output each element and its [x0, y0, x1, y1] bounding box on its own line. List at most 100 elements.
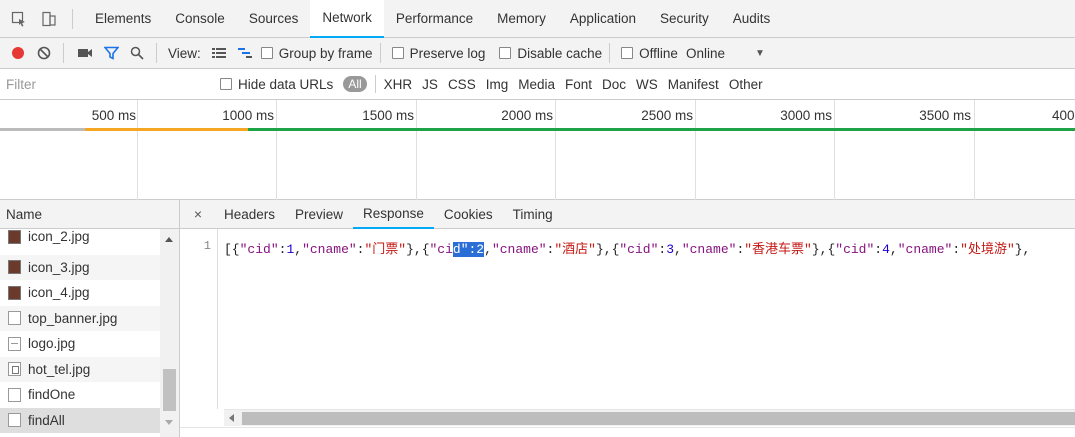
scroll-down-arrow-icon[interactable] [165, 420, 173, 425]
scrollbar-thumb[interactable] [242, 412, 1075, 425]
tab-console[interactable]: Console [163, 0, 237, 38]
tab-audits[interactable]: Audits [721, 0, 783, 38]
large-rows-icon[interactable] [207, 41, 231, 65]
devtools-tabbar: Elements Console Sources Network Perform… [0, 0, 1075, 38]
code-token: "cid" [239, 242, 279, 257]
response-body[interactable]: [{"cid":1,"cname":"门票"},{"cid":2,"cname"… [224, 238, 1030, 257]
filter-type-css[interactable]: CSS [448, 77, 476, 92]
request-row[interactable]: icon_3.jpg [0, 254, 160, 280]
inspect-element-icon[interactable] [8, 8, 30, 30]
hide-data-urls-label: Hide data URLs [238, 76, 334, 92]
tabbar-separator [72, 8, 73, 29]
filter-type-ws[interactable]: WS [636, 77, 658, 92]
record-icon[interactable] [6, 41, 30, 65]
filter-type-all[interactable]: All [343, 76, 367, 92]
hide-data-urls-checkbox[interactable]: Hide data URLs [212, 77, 343, 92]
checkbox-box[interactable] [260, 47, 273, 59]
code-token: "cname" [302, 242, 357, 257]
tab-memory[interactable]: Memory [485, 0, 558, 38]
clear-icon[interactable] [32, 41, 56, 65]
device-toolbar-icon[interactable] [38, 8, 60, 30]
timeline-tick: 1500 ms [362, 108, 414, 123]
code-token: , [294, 242, 303, 257]
group-by-frame-checkbox[interactable]: Group by frame [257, 46, 373, 61]
tab-performance[interactable]: Performance [384, 0, 485, 38]
chevron-down-icon[interactable]: ▼ [755, 48, 765, 59]
disable-cache-checkbox[interactable]: Disable cache [495, 46, 602, 61]
timeline-ruler: 500 ms 1000 ms 1500 ms 2000 ms 2500 ms 3… [0, 100, 1075, 130]
timeline-bar-load [248, 128, 1075, 131]
detail-tabs: × Headers Preview Response Cookies Timin… [180, 200, 1075, 229]
offline-label: Offline [639, 45, 678, 61]
preserve-log-checkbox[interactable]: Preserve log [388, 46, 485, 61]
throttle-select[interactable]: Online [686, 46, 725, 61]
detail-footer [180, 427, 1075, 437]
request-row[interactable]: icon_4.jpg [0, 280, 160, 306]
view-label: View: [168, 45, 201, 61]
line-gutter: 1 [180, 229, 218, 409]
code-token: [{ [224, 242, 240, 257]
request-row[interactable]: findOne [0, 382, 160, 408]
image-file-icon [8, 229, 21, 244]
tab-preview[interactable]: Preview [285, 200, 353, 229]
name-column-header[interactable]: Name [0, 200, 179, 229]
tab-timing[interactable]: Timing [503, 200, 563, 229]
code-token: },{ [406, 242, 430, 257]
request-row[interactable]: logo.jpg [0, 331, 160, 357]
filter-type-doc[interactable]: Doc [602, 77, 626, 92]
code-token: "cname" [897, 242, 953, 257]
tab-headers[interactable]: Headers [214, 200, 285, 229]
close-icon[interactable]: × [188, 206, 208, 222]
offline-checkbox[interactable]: Offline [617, 46, 678, 61]
filter-input[interactable] [0, 71, 212, 97]
scroll-up-arrow-icon[interactable] [165, 237, 173, 242]
tab-security[interactable]: Security [648, 0, 721, 38]
filter-type-manifest[interactable]: Manifest [668, 77, 719, 92]
waterfall-icon[interactable] [233, 41, 257, 65]
timeline-tick: 2500 ms [641, 108, 693, 123]
response-viewer[interactable]: 1 [{"cid":1,"cname":"门票"},{"cid":2,"cnam… [180, 229, 1075, 409]
code-token: , [674, 242, 682, 257]
toolbar-separator [156, 43, 157, 63]
code-token: : [874, 242, 883, 257]
code-token: , [889, 242, 898, 257]
blank-file-icon [8, 387, 21, 402]
checkbox-box[interactable] [391, 47, 404, 59]
filter-type-js[interactable]: JS [422, 77, 438, 92]
request-detail-panel: × Headers Preview Response Cookies Timin… [180, 200, 1075, 437]
request-row[interactable]: top_banner.jpg [0, 305, 160, 331]
search-icon[interactable] [125, 41, 149, 65]
toolbar-separator [609, 43, 611, 63]
filter-type-media[interactable]: Media [518, 77, 555, 92]
filter-type-xhr[interactable]: XHR [384, 77, 413, 92]
filter-type-img[interactable]: Img [486, 77, 509, 92]
filter-type-font[interactable]: Font [565, 77, 592, 92]
filter-separator [374, 75, 376, 93]
tab-cookies[interactable]: Cookies [434, 200, 503, 229]
request-row[interactable]: icon_2.jpg [0, 229, 160, 255]
checkbox-box[interactable] [621, 47, 634, 59]
response-horizontal-scrollbar[interactable] [224, 409, 1075, 426]
request-list-scrollbar[interactable] [160, 229, 179, 437]
tab-elements[interactable]: Elements [83, 0, 163, 38]
request-row[interactable]: hot_tel.jpg [0, 356, 160, 382]
timeline-overview[interactable]: 500 ms 1000 ms 1500 ms 2000 ms 2500 ms 3… [0, 100, 1075, 200]
screenshot-icon[interactable] [73, 41, 97, 65]
scroll-left-arrow-icon[interactable] [229, 414, 234, 422]
image-file-icon [8, 285, 21, 300]
filter-type-other[interactable]: Other [729, 77, 763, 92]
tab-response[interactable]: Response [353, 200, 434, 229]
checkbox-box[interactable] [499, 47, 512, 59]
timeline-gridline [555, 100, 556, 200]
code-token: },{ [811, 242, 836, 257]
scrollbar-thumb[interactable] [163, 369, 176, 411]
filter-icon[interactable] [99, 41, 123, 65]
timeline-gridline [974, 100, 975, 200]
tab-application[interactable]: Application [558, 0, 648, 38]
tab-sources[interactable]: Sources [237, 0, 311, 38]
request-row-selected[interactable]: findAll [0, 407, 160, 433]
tab-network[interactable]: Network [310, 0, 384, 38]
request-name: findAll [28, 412, 65, 428]
disable-cache-label: Disable cache [517, 45, 603, 61]
checkbox-box[interactable] [220, 78, 232, 90]
